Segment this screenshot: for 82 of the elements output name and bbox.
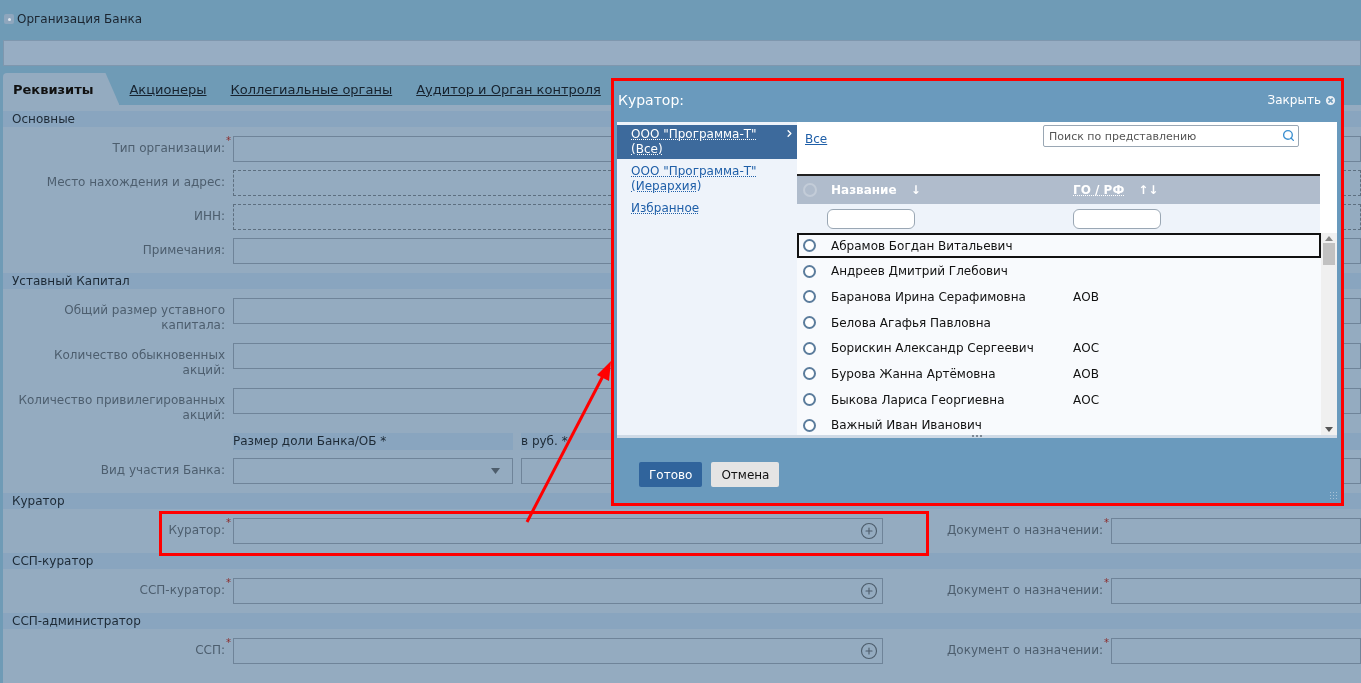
field-label: Место нахождения и адрес: [45, 174, 225, 191]
required-mark: * [225, 578, 232, 588]
field-label: Документ о назначении: [945, 522, 1103, 539]
chevron-icon [784, 128, 795, 139]
table-cell-text: АОС [1073, 341, 1101, 356]
table-cell-text: Борискин Александр Сергеевич [831, 341, 1035, 356]
required-mark: * [225, 638, 232, 648]
group-item[interactable]: Избранное [617, 199, 797, 218]
radio-button[interactable] [803, 418, 816, 432]
radio-button[interactable] [803, 290, 816, 304]
search-field[interactable]: Поиск по представлению [1043, 125, 1299, 147]
window-title: Организация Банка [17, 12, 143, 26]
table-cell-text: Баранова Ирина Серафимовна [831, 289, 1027, 304]
required-mark: * [225, 518, 232, 528]
tab[interactable]: Аудитор и Орган контроля [406, 73, 615, 105]
cancel-button[interactable]: Отмена [711, 462, 780, 487]
input-field[interactable] [233, 578, 883, 604]
table-cell-text: АОС [1073, 392, 1101, 407]
scroll-up-icon[interactable] [1325, 236, 1333, 241]
table-cell-text: АОВ [1073, 289, 1100, 304]
field-label: Куратор: [167, 522, 225, 539]
tab[interactable]: Коллегиальные органы [220, 73, 407, 105]
field-label: Документ о назначении: [945, 582, 1103, 599]
field-label: Количество обыкновенных акций: [53, 347, 225, 379]
field-label: ССП-куратор: [138, 582, 225, 599]
scrollbar[interactable] [1321, 233, 1337, 435]
caret-icon [491, 468, 500, 474]
table-cell-text: Важный Иван Иванович [831, 418, 983, 433]
table-cell-text: Белова Агафья Павловна [831, 315, 992, 330]
search-icon[interactable] [1282, 129, 1295, 142]
required-mark: * [1103, 638, 1110, 648]
radio-button[interactable] [803, 264, 816, 278]
tab[interactable]: Акционеры [119, 73, 221, 105]
group-item[interactable]: ООО "Программа-Т" (Все) [617, 125, 797, 159]
field-label: ИНН: [192, 208, 225, 225]
add-icon[interactable] [860, 642, 878, 660]
input-field[interactable] [233, 518, 883, 544]
filter-input[interactable] [827, 208, 915, 229]
input-field[interactable] [1111, 578, 1361, 604]
tab[interactable]: Реквизиты [3, 73, 120, 105]
column-heading: Размер доли Банка/ОБ * [233, 433, 513, 450]
add-icon[interactable] [860, 582, 878, 600]
radio-button[interactable] [803, 316, 816, 330]
list-row[interactable]: Абрамов Богдан Витальевич [797, 233, 1321, 258]
splitter-handle[interactable] [971, 434, 983, 438]
field-label: ССП: [194, 642, 225, 659]
field-label: Примечания: [141, 242, 225, 259]
radio-button[interactable] [803, 367, 816, 381]
section-heading: ССП-администратор [3, 613, 1361, 629]
list-row[interactable]: Белова Агафья Павловна [797, 310, 1321, 336]
all-link[interactable]: Все [805, 132, 828, 146]
field-label: Документ о назначении: [945, 642, 1103, 659]
field-label: Общий размер уставного капитала: [63, 302, 225, 334]
table-cell-text: Бурова Жанна Артёмовна [831, 366, 997, 381]
list-row[interactable]: Борискин Александр Сергеевич АОС [797, 335, 1321, 361]
table-cell-text: Абрамов Богдан Витальевич [831, 238, 1014, 253]
done-button[interactable]: Готово [639, 462, 703, 487]
list-row[interactable]: Важный Иван Иванович [797, 412, 1321, 435]
dialog-title: Куратор: [618, 92, 684, 108]
field-label: Вид участия Банка: [99, 462, 225, 479]
required-mark: * [1103, 518, 1110, 528]
required-mark: * [225, 136, 232, 146]
input-field[interactable] [233, 638, 883, 664]
field-label: Тип организации: [111, 140, 225, 157]
dropdown-field[interactable] [233, 458, 513, 484]
filter-input[interactable] [1073, 208, 1161, 229]
radio-button[interactable] [803, 393, 816, 407]
list-row[interactable]: Бурова Жанна Артёмовна АОВ [797, 361, 1321, 387]
scroll-thumb[interactable] [1323, 243, 1335, 265]
list-row[interactable]: Быкова Лариса Георгиевна АОС [797, 387, 1321, 413]
input-field[interactable] [1111, 638, 1361, 664]
required-mark: * [1103, 578, 1110, 588]
radio-button[interactable] [803, 239, 816, 252]
window-icon [4, 14, 14, 24]
table-cell-text: АОВ [1073, 366, 1100, 381]
field-label: Количество привилегированных акций: [17, 392, 225, 424]
table-cell-text: Быкова Лариса Георгиевна [831, 392, 1006, 407]
group-item[interactable]: ООО "Программа-Т" (Иерархия) [617, 162, 797, 196]
input-field[interactable] [1111, 518, 1361, 544]
radio-button[interactable] [803, 341, 816, 355]
close-icon [1324, 93, 1337, 107]
add-icon[interactable] [860, 522, 878, 540]
